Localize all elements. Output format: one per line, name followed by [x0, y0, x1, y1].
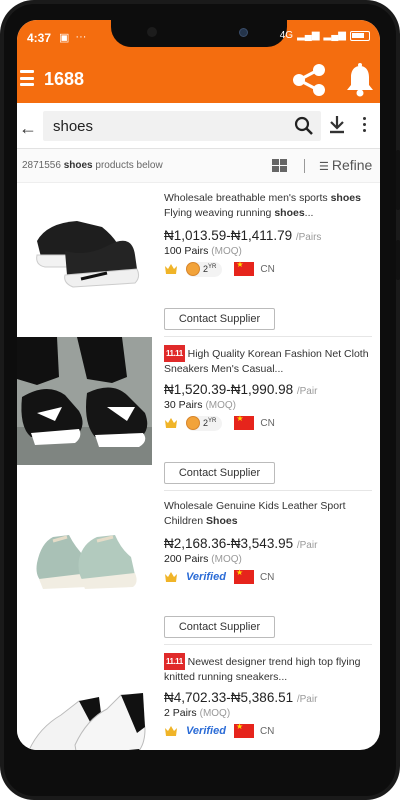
signal-icon: ▂▄▆: [297, 30, 320, 41]
product-image-high-top-sneakers[interactable]: [17, 645, 152, 750]
product-image-sneaker-worn[interactable]: [17, 337, 152, 465]
back-arrow-icon[interactable]: ←: [19, 118, 37, 139]
product-moq: 100 Pairs (MOQ): [164, 245, 242, 257]
gold-years: 2YR: [203, 264, 217, 274]
promo-tag-badge: 11.11: [164, 653, 185, 670]
product-info: Wholesale breathable men's sports shoes …: [164, 191, 374, 277]
contact-supplier-button[interactable]: Contact Supplier: [164, 616, 275, 638]
status-notification-icons: ▣ ···: [59, 31, 86, 44]
product-moq: 2 Pairs (MOQ): [164, 707, 231, 719]
promo-tag-badge: 11.11: [164, 345, 185, 362]
supplier-badges: Verified CN: [164, 722, 374, 739]
status-bar: 4:37 ▣ ··· 4G ▂▄▆ ▂▄▆: [17, 20, 380, 57]
sensor-icon: [147, 27, 157, 37]
gold-coin-icon: [186, 262, 200, 276]
product-list: Wholesale breathable men's sports shoes …: [17, 183, 380, 750]
product-price: ₦4,702.33-₦5,386.51 /Pair: [164, 690, 318, 705]
signal-icon-2: ▂▄▆: [323, 30, 346, 41]
result-count: 2871556 shoes products below: [22, 160, 163, 171]
country-code: CN: [259, 725, 275, 737]
gold-coin-icon: [186, 416, 200, 430]
country-code: CN: [260, 417, 275, 429]
country-code: CN: [260, 263, 275, 275]
supplier-badges: Verified CN: [164, 568, 374, 585]
product-title[interactable]: 11.11 Newest designer trend high top flyi…: [164, 653, 374, 683]
more-notifications-icon: ···: [75, 31, 87, 43]
gallery-icon: ▣: [59, 32, 70, 44]
product-card[interactable]: 11.11 Newest designer trend high top flyi…: [17, 645, 380, 750]
power-button: [396, 240, 400, 280]
crown-icon: [165, 264, 177, 274]
volume-button: [396, 150, 400, 210]
product-card[interactable]: Wholesale Genuine Kids Leather Sport Chi…: [17, 491, 380, 645]
camera-icon: [239, 28, 248, 37]
product-price: ₦2,168.36-₦3,543.95 /Pair: [164, 536, 318, 551]
filter-icon: ☰: [319, 161, 329, 173]
product-image-sneaker-black[interactable]: [17, 183, 152, 311]
app-bar: 1688: [17, 57, 380, 103]
phone-frame: 4:37 ▣ ··· 4G ▂▄▆ ▂▄▆ 1688 ← shoes 28715…: [0, 0, 400, 800]
supplier-badges: 2YR CN: [164, 414, 374, 431]
download-icon[interactable]: [328, 115, 346, 135]
verified-badge: Verified: [186, 571, 226, 583]
search-bar: ← shoes: [17, 103, 380, 149]
product-price: ₦1,013.59-₦1,411.79 /Pairs: [164, 228, 322, 243]
result-summary-bar: 2871556 shoes products below ☰ Refine: [17, 149, 380, 183]
verified-badge: Verified: [186, 725, 226, 737]
crown-icon: [165, 726, 177, 736]
product-info: 11.11 High Quality Korean Fashion Net Clo…: [164, 345, 374, 431]
product-info: Wholesale Genuine Kids Leather Sport Chi…: [164, 499, 374, 585]
crown-icon: [165, 418, 177, 428]
crown-icon: [165, 572, 177, 582]
gold-supplier-badge: 2YR: [186, 261, 223, 277]
search-query: shoes: [53, 118, 94, 135]
status-time: 4:37: [27, 31, 52, 45]
screen: 4:37 ▣ ··· 4G ▂▄▆ ▂▄▆ 1688 ← shoes 28715…: [17, 20, 380, 750]
supplier-badges: 2YR CN: [164, 260, 374, 277]
refine-button[interactable]: ☰ Refine: [319, 157, 372, 173]
product-card[interactable]: 11.11 High Quality Korean Fashion Net Clo…: [17, 337, 380, 491]
product-title[interactable]: Wholesale Genuine Kids Leather Sport Chi…: [164, 499, 374, 529]
contact-supplier-button[interactable]: Contact Supplier: [164, 462, 275, 484]
china-flag-icon: [234, 260, 255, 276]
status-right-icons: 4G ▂▄▆ ▂▄▆: [280, 30, 370, 41]
menu-icon[interactable]: [20, 70, 34, 86]
bell-icon[interactable]: [344, 63, 376, 97]
more-options-icon[interactable]: [363, 117, 367, 135]
network-label: 4G: [279, 30, 294, 41]
product-moq: 200 Pairs (MOQ): [164, 553, 242, 565]
gold-supplier-badge: 2YR: [186, 415, 223, 431]
product-title[interactable]: Wholesale breathable men's sports shoes …: [164, 191, 374, 221]
china-flag-icon: [234, 414, 255, 430]
country-code: CN: [259, 571, 275, 583]
share-icon[interactable]: [291, 62, 327, 98]
app-title: 1688: [44, 69, 85, 89]
search-icon[interactable]: [294, 116, 314, 136]
battery-icon: [350, 30, 370, 41]
contact-supplier-button[interactable]: Contact Supplier: [164, 308, 275, 330]
product-title[interactable]: 11.11 High Quality Korean Fashion Net Clo…: [164, 345, 374, 375]
camera-notch: [111, 20, 287, 47]
product-card[interactable]: Wholesale breathable men's sports shoes …: [17, 183, 380, 337]
grid-view-icon[interactable]: [272, 159, 288, 174]
product-price: ₦1,520.39-₦1,990.98 /Pair: [164, 382, 318, 397]
product-moq: 30 Pairs (MOQ): [164, 399, 236, 411]
china-flag-icon: [233, 722, 254, 738]
gold-years: 2YR: [203, 418, 217, 428]
divider: [304, 159, 305, 173]
china-flag-icon: [233, 568, 254, 584]
search-input[interactable]: shoes: [43, 111, 321, 141]
product-info: 11.11 Newest designer trend high top flyi…: [164, 653, 374, 739]
product-image-kids-shoes[interactable]: [17, 491, 152, 619]
